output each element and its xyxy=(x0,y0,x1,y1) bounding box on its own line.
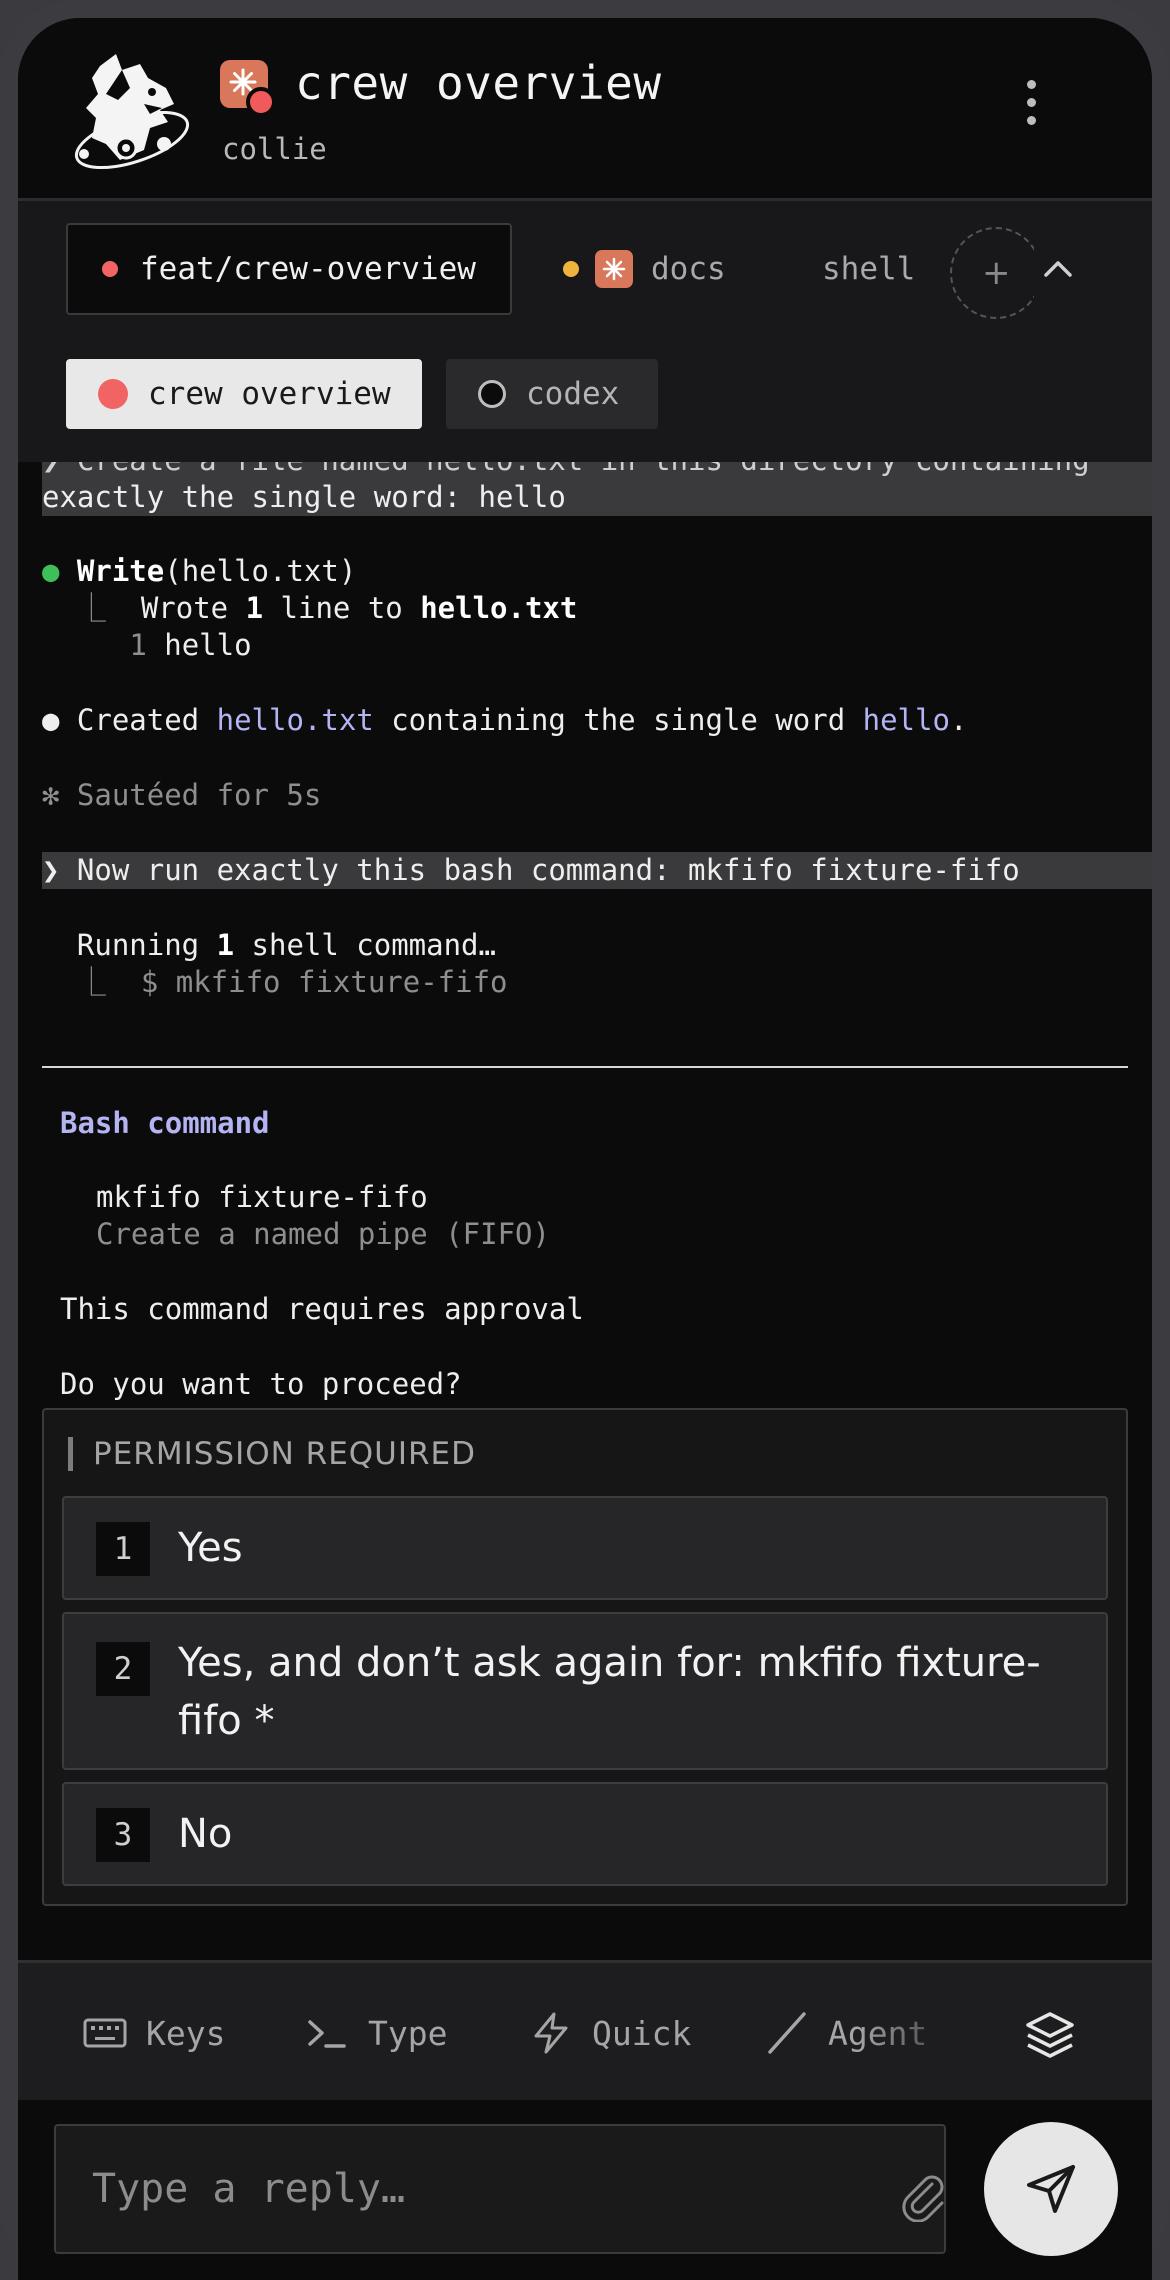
send-icon xyxy=(1027,2165,1075,2213)
chevron-up-icon[interactable] xyxy=(1038,249,1078,289)
new-tab-button[interactable]: + xyxy=(948,227,1034,319)
proceed-question: Do you want to proceed? xyxy=(60,1367,462,1401)
option-label: No xyxy=(178,1811,233,1857)
quick-label: Quick xyxy=(592,2013,692,2053)
app-header: crew overview collie xyxy=(18,18,1152,198)
heading-bar xyxy=(68,1437,73,1471)
session-label: codex xyxy=(526,376,620,412)
type-label: Type xyxy=(368,2013,448,2053)
tab-bar: feat/crew-overview docs shell + crew ove… xyxy=(18,198,1152,462)
running-command-line: ⎿ $ mkfifo fixture-fifo xyxy=(42,965,508,999)
bottom-toolbar: Keys Type Quick Agent xyxy=(18,1960,1152,2103)
quick-button[interactable]: Quick xyxy=(528,2003,691,2063)
paperclip-icon[interactable] xyxy=(898,2170,950,2222)
divider xyxy=(42,1066,1128,1068)
tab-shell[interactable]: shell xyxy=(822,223,915,315)
terminal-output[interactable]: ❯ Create a file named hello.txt in this … xyxy=(18,462,1152,1960)
collie-dog-logo-icon xyxy=(74,54,190,170)
tab-label: docs xyxy=(651,251,726,287)
option-label: Yes xyxy=(178,1525,243,1571)
file-preview-line: 1 hello xyxy=(129,628,252,662)
option-number: 2 xyxy=(96,1642,150,1696)
running-line: Running 1 shell command… xyxy=(76,928,496,962)
tool-result-line: ⎿ Wrote 1 line to hello.txt xyxy=(42,591,578,625)
option-no[interactable]: 3 No xyxy=(62,1782,1108,1886)
app-screen: crew overview collie feat/crew-overview … xyxy=(18,18,1152,2280)
terminal-prompt-icon xyxy=(308,2020,346,2048)
more-options-icon[interactable] xyxy=(1018,80,1044,136)
user-prompt-line: exactly the single word: hello xyxy=(42,479,1152,516)
option-yes-dont-ask[interactable]: 2 Yes, and don’t ask again for: mkfifo f… xyxy=(62,1612,1108,1770)
page-title: crew overview xyxy=(295,56,662,110)
permission-panel: PERMISSION REQUIRED 1 Yes 2 Yes, and don… xyxy=(42,1408,1128,1906)
spark-icon xyxy=(595,250,633,288)
approval-note: This command requires approval xyxy=(60,1292,584,1326)
reply-bar: Type a reply… xyxy=(18,2100,1152,2280)
device-frame: crew overview collie feat/crew-overview … xyxy=(0,0,1170,2280)
session-status-dot xyxy=(98,379,128,409)
page-subtitle: collie xyxy=(222,132,327,166)
user-prompt-line: ❯ Now run exactly this bash command: mkf… xyxy=(42,852,1152,889)
option-number: 3 xyxy=(96,1808,150,1862)
tab-label: feat/crew-overview xyxy=(140,251,476,287)
tab-feat-crew-overview[interactable]: feat/crew-overview xyxy=(66,223,512,315)
session-status-dot xyxy=(478,380,506,408)
user-prompt-line: ❯ Create a file named hello.txt in this … xyxy=(42,462,1152,479)
tab-docs[interactable]: docs xyxy=(563,223,726,315)
permission-heading-text: PERMISSION REQUIRED xyxy=(93,1436,477,1472)
keyboard-icon xyxy=(83,2018,127,2048)
session-chip-crew-overview[interactable]: crew overview xyxy=(66,359,422,429)
tab-label: shell xyxy=(822,251,916,287)
plus-icon: + xyxy=(982,253,1011,293)
assistant-message: ● Created hello.txt containing the singl… xyxy=(42,703,968,737)
lightning-icon xyxy=(534,2012,568,2054)
reply-input[interactable]: Type a reply… xyxy=(54,2124,946,2254)
scroll-fade xyxy=(858,1963,1008,2103)
option-label: Yes, and don’t ask again for: mkfifo fix… xyxy=(178,1640,1041,1744)
session-label: crew overview xyxy=(148,376,391,412)
permission-heading: PERMISSION REQUIRED xyxy=(68,1436,476,1472)
reply-placeholder: Type a reply… xyxy=(92,2166,406,2212)
keys-label: Keys xyxy=(146,2013,226,2053)
type-button[interactable]: Type xyxy=(304,2003,447,2063)
status-dot xyxy=(246,87,276,117)
claude-app-badge xyxy=(220,60,276,117)
tab-status-dot xyxy=(102,261,118,277)
session-chip-codex[interactable]: codex xyxy=(446,359,658,429)
option-yes[interactable]: 1 Yes xyxy=(62,1496,1108,1600)
tool-call-line: ● Write(hello.txt) xyxy=(42,554,357,588)
keys-button[interactable]: Keys xyxy=(82,2003,225,2063)
option-number: 1 xyxy=(96,1522,150,1576)
slash-icon xyxy=(768,2012,806,2054)
send-button[interactable] xyxy=(984,2122,1118,2256)
bash-command-description: Create a named pipe (FIFO) xyxy=(96,1217,550,1251)
bash-command-title: Bash command xyxy=(60,1106,270,1140)
status-line: ✻ Sautéed for 5s xyxy=(42,778,322,812)
layers-icon[interactable] xyxy=(1024,2009,1076,2061)
bash-command-text: mkfifo fixture-fifo xyxy=(96,1180,428,1214)
tab-status-dot xyxy=(563,261,579,277)
